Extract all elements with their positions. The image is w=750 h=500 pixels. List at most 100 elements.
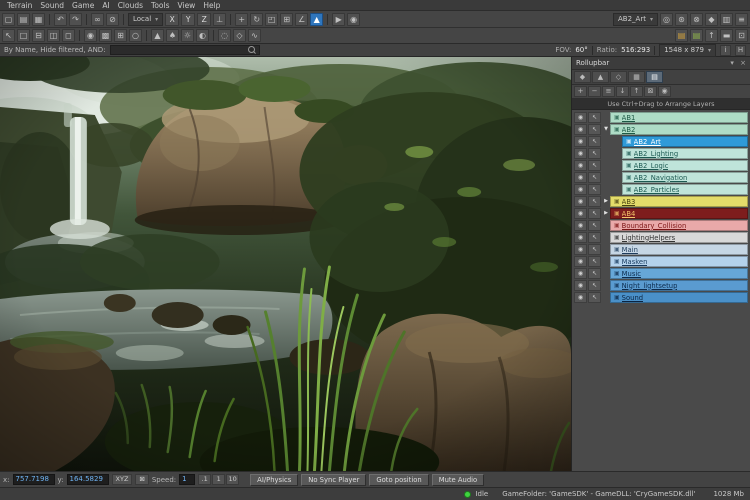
move-tool-icon[interactable]: + <box>235 12 249 26</box>
helpers-toggle-icon[interactable]: ○ <box>129 29 142 42</box>
layer-name[interactable]: ▣ AB2_Lighting <box>622 148 748 159</box>
database-view-icon[interactable]: ▥ <box>720 12 733 26</box>
ai-physics-button[interactable]: AI/Physics <box>250 473 299 486</box>
menu-sound[interactable]: Sound <box>36 1 68 10</box>
export-level-icon[interactable]: ↑ <box>705 29 718 42</box>
trackview-icon[interactable]: ∿ <box>248 29 261 42</box>
tab-layers[interactable]: ▤ <box>646 71 663 83</box>
layer-row-ab2[interactable]: ◉ ↖ ▼ ▣ AB2 <box>574 124 748 135</box>
fov-value[interactable]: 60° <box>575 46 587 54</box>
simulate-physics-icon[interactable]: ▶ <box>332 12 346 26</box>
visibility-eye-icon[interactable]: ◉ <box>574 172 587 183</box>
visibility-eye-icon[interactable]: ◉ <box>574 160 587 171</box>
menu-game[interactable]: Game <box>68 1 98 10</box>
new-layer-icon[interactable]: + <box>574 86 587 97</box>
layer-name[interactable]: ▣ AB2 <box>610 124 748 135</box>
hide-objects-icon[interactable]: ◫ <box>47 29 60 42</box>
pin-icon[interactable]: ▾ <box>730 59 734 67</box>
import-layer-icon[interactable]: ↓ <box>616 86 629 97</box>
layer-row-lightinghelpers[interactable]: ◉ ↖ ▣ LightingHelpers <box>574 232 748 243</box>
layer-row-night_lightsetup[interactable]: ◉ ↖ ▣ Night_lightsetup <box>574 280 748 291</box>
link-objects-icon[interactable]: ∞ <box>91 12 104 26</box>
menu-tools[interactable]: Tools <box>147 1 173 10</box>
layer-name[interactable]: ▣ AB2_Navigation <box>622 172 748 183</box>
selectable-cursor-icon[interactable]: ↖ <box>588 268 601 279</box>
speed-10-button[interactable]: 10 <box>226 474 240 485</box>
visibility-eye-icon[interactable]: ◉ <box>574 136 587 147</box>
layer-name[interactable]: ▣ AB1 <box>610 112 748 123</box>
layer-name[interactable]: ▣ AB4 <box>610 208 748 219</box>
lock-axis-icon[interactable]: ⊠ <box>135 474 149 485</box>
layer-row-masken[interactable]: ◉ ↖ ▣ Masken <box>574 256 748 267</box>
axis-y-button[interactable]: Y <box>181 12 196 26</box>
layer-name[interactable]: ▣ Music <box>610 268 748 279</box>
menu-help[interactable]: Help <box>199 1 224 10</box>
selectable-cursor-icon[interactable]: ↖ <box>588 280 601 291</box>
layer-row-sound[interactable]: ◉ ↖ ▣ Sound <box>574 292 748 303</box>
tab-display[interactable]: ▦ <box>628 71 645 83</box>
fullscreen-toggle-icon[interactable]: ⊡ <box>735 29 748 42</box>
expander-icon[interactable]: ▼ <box>602 124 610 135</box>
material-editor-icon[interactable]: ◆ <box>705 12 718 26</box>
sun-settings-icon[interactable]: ☼ <box>181 29 194 42</box>
menu-ai[interactable]: AI <box>98 1 113 10</box>
selectable-cursor-icon[interactable]: ↖ <box>588 172 601 183</box>
layer-row-ab2_navigation[interactable]: ◉ ↖ ▣ AB2_Navigation <box>574 172 748 183</box>
terrain-tool-icon[interactable]: ▲ <box>151 29 164 42</box>
follow-terrain-icon[interactable]: ▲ <box>310 12 324 26</box>
no-sync-player-button[interactable]: No Sync Player <box>301 473 367 486</box>
speed-1-button[interactable]: 1 <box>212 474 226 485</box>
export-layer-icon[interactable]: ↑ <box>630 86 643 97</box>
time-of-day-icon[interactable]: ◐ <box>196 29 209 42</box>
layer-name[interactable]: ▣ Main <box>610 244 748 255</box>
selectable-cursor-icon[interactable]: ↖ <box>588 292 601 303</box>
save-level-icon[interactable]: ▦ <box>32 12 45 26</box>
layer-row-ab2_art[interactable]: ◉ ↖ ▣ AB2_Art <box>574 136 748 147</box>
selectable-cursor-icon[interactable]: ↖ <box>588 232 601 243</box>
selectable-cursor-icon[interactable]: ↖ <box>588 220 601 231</box>
axis-z-button[interactable]: Z <box>197 12 212 26</box>
select-all-icon[interactable]: □ <box>17 29 30 42</box>
visibility-eye-icon[interactable]: ◉ <box>574 208 587 219</box>
ai-debug-icon[interactable]: ◌ <box>218 29 231 42</box>
visibility-all-icon[interactable]: ◉ <box>658 86 671 97</box>
speed-point1-button[interactable]: .1 <box>198 474 212 485</box>
visibility-eye-icon[interactable]: ◉ <box>574 268 587 279</box>
speed-value[interactable]: 1 <box>179 474 196 485</box>
visibility-eye-icon[interactable]: ◉ <box>574 256 587 267</box>
unhide-all-icon[interactable]: ◻ <box>62 29 75 42</box>
layer-row-ab3[interactable]: ◉ ↖ ▶ ▣ AB3 <box>574 196 748 207</box>
folder-open-icon[interactable]: ▤ <box>17 12 30 26</box>
rotate-tool-icon[interactable]: ↻ <box>250 12 264 26</box>
axis-terrain-icon[interactable]: ⊥ <box>213 12 227 26</box>
unlink-objects-icon[interactable]: ⊘ <box>106 12 119 26</box>
selectable-cursor-icon[interactable]: ↖ <box>588 256 601 267</box>
layer-row-ab2_lighting[interactable]: ◉ ↖ ▣ AB2_Lighting <box>574 148 748 159</box>
selectable-cursor-icon[interactable]: ↖ <box>588 112 601 123</box>
vegetation-tool-icon[interactable]: ♠ <box>166 29 179 42</box>
selectable-cursor-icon[interactable]: ↖ <box>588 160 601 171</box>
visibility-eye-icon[interactable]: ◉ <box>574 148 587 159</box>
visibility-eye-icon[interactable]: ◉ <box>574 220 587 231</box>
layer-name[interactable]: ▣ Night_lightsetup <box>610 280 748 291</box>
menu-view[interactable]: View <box>174 1 200 10</box>
console-toggle-icon[interactable]: ▬ <box>720 29 733 42</box>
layer-name[interactable]: ▣ LightingHelpers <box>610 232 748 243</box>
flowgraph-icon[interactable]: ◇ <box>233 29 246 42</box>
layer-name[interactable]: ▣ Masken <box>610 256 748 267</box>
selectable-cursor-icon[interactable]: ↖ <box>588 196 601 207</box>
tab-objects[interactable]: ◆ <box>574 71 591 83</box>
layer-name[interactable]: ▣ AB2_Logic <box>622 160 748 171</box>
wireframe-toggle-icon[interactable]: ▩ <box>99 29 112 42</box>
visibility-eye-icon[interactable]: ◉ <box>574 196 587 207</box>
close-icon[interactable]: × <box>740 59 746 67</box>
layer-row-music[interactable]: ◉ ↖ ▣ Music <box>574 268 748 279</box>
delete-layer-icon[interactable]: − <box>588 86 601 97</box>
selectable-cursor-icon[interactable]: ↖ <box>588 208 601 219</box>
layer-row-ab2_logic[interactable]: ◉ ↖ ▣ AB2_Logic <box>574 160 748 171</box>
selectable-cursor-icon[interactable]: ↖ <box>588 244 601 255</box>
freeze-all-icon[interactable]: ⊠ <box>644 86 657 97</box>
layer-row-ab2_particles[interactable]: ◉ ↖ ▣ AB2_Particles <box>574 184 748 195</box>
menu-terrain[interactable]: Terrain <box>3 1 36 10</box>
viewport-help-button[interactable]: H <box>735 44 746 56</box>
